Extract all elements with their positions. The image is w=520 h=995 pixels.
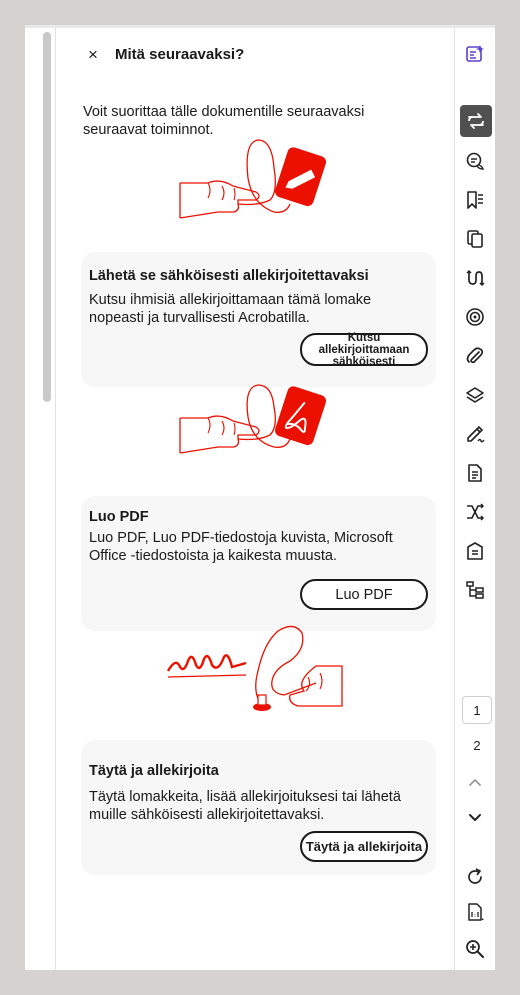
fill-sign-card-title: Täytä ja allekirjoita [89,763,219,779]
layers-icon[interactable] [462,382,488,408]
page-2-indicator[interactable]: 2 [462,733,492,757]
pages-icon[interactable] [462,226,488,252]
bookmark-icon[interactable] [462,187,488,213]
invite-esign-button-line1: Kutsu allekirjoittamaan [318,331,410,356]
app-window: × Mitä seuraavaksi? Voit suorittaa tälle… [25,25,495,970]
page-down-icon[interactable] [462,804,488,830]
convert-icon[interactable] [460,105,492,137]
attachment-icon[interactable] [462,343,488,369]
next-steps-panel: × Mitä seuraavaksi? Voit suorittaa tälle… [56,28,454,970]
compare-icon[interactable] [462,265,488,291]
document-scrollbar[interactable] [43,32,51,402]
redact-icon[interactable] [462,304,488,330]
create-pdf-card-description: Luo PDF, Luo PDF-tiedostoja kuvista, Mic… [89,530,393,564]
actual-size-icon[interactable] [462,899,488,925]
esign-card-title: Lähetä se sähköisesti allekirjoitettavak… [89,268,369,284]
ai-assistant-icon[interactable] [462,41,488,67]
structure-icon[interactable] [462,577,488,603]
page-up-icon[interactable] [462,770,488,796]
current-page-field[interactable]: 1 [462,696,492,724]
rotate-icon[interactable] [462,864,488,890]
esign-card-description: Kutsu ihmisiä allekirjoittamaan tämä lom… [89,292,372,326]
fill-sign-card: Täytä ja allekirjoita Täytä lomakkeita, … [81,740,436,875]
right-toolbar: 1 2 [454,28,495,970]
protect-icon[interactable] [462,538,488,564]
fill-sign-illustration [166,625,343,711]
organize-icon[interactable] [462,499,488,525]
fill-sign-card-description: Täytä lomakkeita, lisää allekirjoitukses… [89,789,401,823]
document-scroll-area [25,28,56,970]
sign-icon[interactable] [462,421,488,447]
panel-title: Mitä seuraavaksi? [115,46,245,63]
fill-sign-button[interactable]: Täytä ja allekirjoita [300,831,428,862]
esign-card: Lähetä se sähköisesti allekirjoitettavak… [81,252,436,387]
create-pdf-illustration [179,384,327,454]
create-pdf-button[interactable]: Luo PDF [300,579,428,610]
zoom-in-icon[interactable] [462,936,488,962]
intro-text: Voit suorittaa tälle dokumentille seuraa… [83,104,365,138]
document-icon[interactable] [462,460,488,486]
invite-esign-button[interactable]: Kutsu allekirjoittamaan sähköisesti [300,331,428,368]
create-pdf-card: Luo PDF Luo PDF, Luo PDF-tiedostoja kuvi… [81,496,436,631]
invite-esign-button-line2: sähköisesti [332,355,396,368]
close-button[interactable]: × [84,45,102,64]
esign-illustration [179,139,327,219]
comment-icon[interactable] [462,148,488,174]
create-pdf-card-title: Luo PDF [89,509,149,525]
